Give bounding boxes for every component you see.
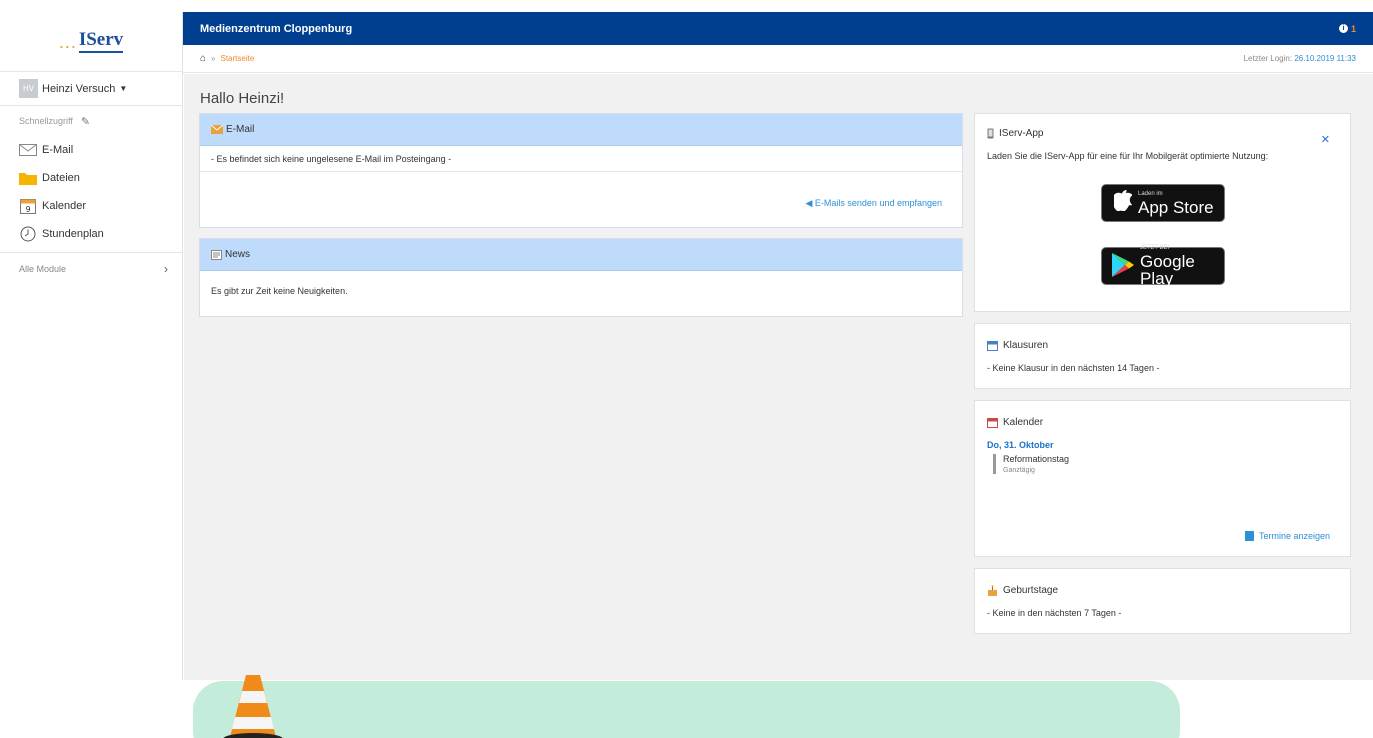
- site-title: Medienzentrum Cloppenburg: [200, 22, 353, 35]
- sidebar-item-email[interactable]: E-Mail: [0, 136, 182, 164]
- pencil-icon[interactable]: ✎: [81, 115, 90, 128]
- birthdays-title: Geburtstage: [1003, 585, 1059, 596]
- iserv-app-title: IServ-App: [999, 128, 1044, 139]
- page-title: Hallo Heinzi!: [200, 90, 285, 107]
- quick-access-header: Schnellzugriff ✎: [0, 106, 182, 136]
- caret-down-icon: ▼: [119, 84, 128, 93]
- calendar-icon: [987, 340, 998, 351]
- show-appointments-link[interactable]: Termine anzeigen: [1244, 531, 1330, 541]
- user-menu[interactable]: HV Heinzi Versuch ▼: [0, 72, 182, 106]
- calendar-event[interactable]: Reformationstag Ganztägig: [993, 454, 1338, 474]
- quick-access-label: Schnellzugriff: [19, 116, 73, 126]
- cake-icon: [987, 585, 998, 596]
- calendar-header: Kalender: [987, 417, 1338, 428]
- phone-icon: [987, 128, 994, 139]
- iserv-app-widget: IServ-App ✕ Laden Sie die IServ-App für …: [974, 113, 1351, 312]
- sidebar-item-label: Kalender: [42, 200, 87, 212]
- google-play-icon: [1112, 252, 1134, 280]
- all-modules-link[interactable]: Alle Module ›: [0, 252, 182, 284]
- news-panel: News Es gibt zur Zeit keine Neuigkeiten.: [199, 238, 963, 317]
- iserv-app-header: IServ-App: [987, 128, 1338, 139]
- calendar-title: Kalender: [1003, 417, 1044, 428]
- overlay-panel: [193, 681, 1180, 738]
- last-login-date: 26.10.2019 11:33: [1294, 54, 1356, 63]
- send-receive-email-link[interactable]: ◀ E-Mails senden und empfangen: [805, 198, 942, 209]
- exams-title: Klausuren: [1003, 340, 1049, 351]
- folder-icon: [19, 170, 37, 186]
- send-receive-label: E-Mails senden und empfangen: [814, 198, 942, 208]
- app-store-small-text: Laden im: [1138, 190, 1163, 197]
- email-status-text: - Es befindet sich keine ungelesene E-Ma…: [211, 153, 452, 164]
- event-duration: Ganztägig: [1003, 467, 1035, 474]
- birthdays-header: Geburtstage: [987, 585, 1338, 596]
- top-bar: Medienzentrum Cloppenburg i 1: [183, 12, 1373, 45]
- news-panel-title: News: [225, 249, 251, 260]
- calendar-icon: [1244, 531, 1254, 541]
- iserv-app-description: Laden Sie die IServ-App für eine für Ihr…: [987, 151, 1269, 161]
- show-appointments-label: Termine anzeigen: [1258, 531, 1330, 541]
- breadcrumb-bar: ⌂ » Startseite Letzter Login: 26.10.2019…: [183, 45, 1373, 73]
- email-panel-header: E-Mail: [200, 114, 962, 146]
- chevron-right-icon: ›: [164, 261, 168, 276]
- traffic-cone-icon: [213, 671, 293, 738]
- exams-status-text: - Keine Klausur in den nächsten 14 Tagen…: [987, 363, 1160, 373]
- last-login: Letzter Login: 26.10.2019 11:33: [1244, 54, 1356, 63]
- sidebar: ... IServ HV Heinzi Versuch ▼ Schnellzug…: [0, 12, 183, 680]
- calendar-icon: [987, 417, 998, 428]
- notifications-button[interactable]: i 1: [1338, 23, 1356, 34]
- email-panel: E-Mail - Es befindet sich keine ungelese…: [199, 113, 963, 228]
- exams-widget: Klausuren - Keine Klausur in den nächste…: [974, 323, 1351, 389]
- news-panel-header: News: [200, 239, 962, 271]
- calendar-icon: 9: [19, 198, 37, 214]
- news-status-text: Es gibt zur Zeit keine Neuigkeiten.: [211, 286, 348, 296]
- birthdays-status-text: - Keine in den nächsten 7 Tagen -: [987, 608, 1122, 618]
- svg-text:9: 9: [25, 205, 30, 214]
- sidebar-item-label: Dateien: [42, 172, 80, 184]
- breadcrumb: ⌂ » Startseite: [200, 53, 254, 64]
- sidebar-item-files[interactable]: Dateien: [0, 164, 182, 192]
- sidebar-item-label: E-Mail: [42, 144, 74, 156]
- send-icon: ◀: [805, 198, 813, 208]
- breadcrumb-separator: »: [211, 54, 216, 63]
- envelope-icon: [19, 142, 37, 158]
- newspaper-icon: [211, 249, 222, 260]
- all-modules-label: Alle Module: [19, 263, 67, 274]
- email-panel-title: E-Mail: [226, 124, 255, 135]
- home-icon[interactable]: ⌂: [200, 53, 206, 64]
- clock-icon: [19, 226, 37, 242]
- notification-count: 1: [1350, 23, 1356, 34]
- google-play-small-text: JETZT BEI: [1140, 245, 1170, 251]
- info-icon: i: [1338, 24, 1348, 33]
- sidebar-item-calendar[interactable]: 9 Kalender: [0, 192, 182, 220]
- sidebar-item-label: Stundenplan: [42, 228, 104, 240]
- calendar-day: Do, 31. Oktober: [987, 440, 1054, 450]
- google-play-button[interactable]: JETZT BEI Google Play: [1101, 245, 1225, 288]
- exams-header: Klausuren: [987, 340, 1338, 351]
- google-play-big-text: Google Play: [1140, 252, 1195, 288]
- envelope-icon: [211, 125, 223, 134]
- calendar-widget: Kalender Do, 31. Oktober Reformationstag…: [974, 400, 1351, 557]
- last-login-label: Letzter Login:: [1243, 54, 1293, 63]
- user-name: Heinzi Versuch: [42, 82, 116, 95]
- event-title: Reformationstag: [1003, 454, 1070, 464]
- close-icon[interactable]: ✕: [1321, 133, 1330, 146]
- breadcrumb-current[interactable]: Startseite: [221, 54, 255, 63]
- app-store-big-text: App Store: [1138, 197, 1214, 217]
- sidebar-item-timetable[interactable]: Stundenplan: [0, 220, 182, 248]
- app-store-button[interactable]: Laden im App Store: [1101, 184, 1225, 222]
- logo-word: IServ: [78, 29, 124, 53]
- iserv-logo[interactable]: ... IServ: [0, 12, 182, 72]
- birthdays-widget: Geburtstage - Keine in den nächsten 7 Ta…: [974, 568, 1351, 634]
- apple-icon: [1112, 189, 1133, 217]
- main-content: Hallo Heinzi! E-Mail - Es befindet sich …: [184, 74, 1373, 680]
- news-panel-body: Es gibt zur Zeit keine Neuigkeiten.: [200, 271, 962, 305]
- avatar: HV: [19, 79, 38, 98]
- email-status-row: - Es befindet sich keine ungelesene E-Ma…: [200, 146, 962, 172]
- logo-dots: ...: [58, 31, 77, 52]
